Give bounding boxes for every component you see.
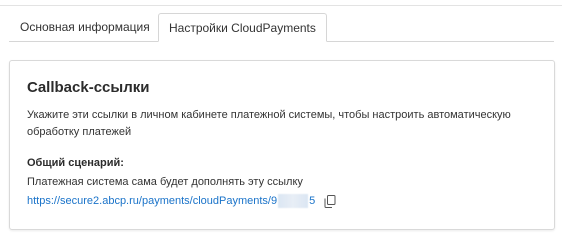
callback-links-card: Callback-ссылки Укажите эти ссылки в лич… <box>9 60 555 230</box>
callback-url-start: https://secure2.abcp.ru/payments/cloudPa… <box>27 194 278 207</box>
callback-url-link[interactable]: https://secure2.abcp.ru/payments/cloudPa… <box>27 194 315 208</box>
copy-icon[interactable] <box>324 194 336 208</box>
tab-bar: Основная информация Настройки CloudPayme… <box>9 13 554 42</box>
card-title: Callback-ссылки <box>27 79 150 96</box>
redacted-segment <box>278 194 309 208</box>
callback-url-end: 5 <box>309 194 316 207</box>
tab-cloudpayments-settings[interactable]: Настройки CloudPayments <box>158 13 327 42</box>
top-divider <box>0 5 562 6</box>
card-description: Укажите эти ссылки в личном кабинете пла… <box>27 109 511 138</box>
scenario-description: Платежная система сама будет дополнять э… <box>27 176 303 188</box>
tab-main-info[interactable]: Основная информация <box>9 13 161 41</box>
scenario-url-row: https://secure2.abcp.ru/payments/cloudPa… <box>27 193 336 209</box>
scenario-title: Общий сценарий: <box>27 157 124 169</box>
